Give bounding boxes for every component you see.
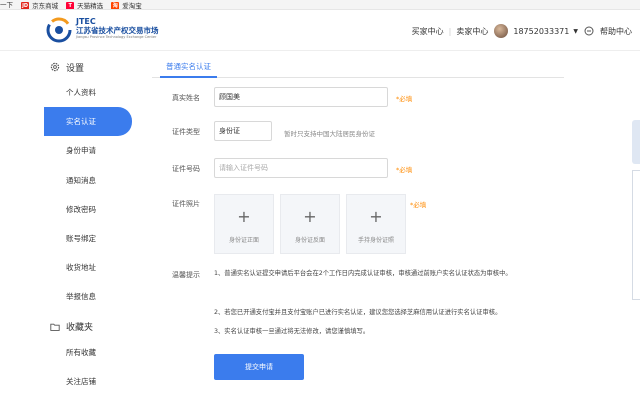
seller-center-link[interactable]: 卖家中心 [456, 26, 488, 37]
float-button[interactable] [632, 120, 640, 164]
sidebar-group-label: 设置 [66, 63, 85, 74]
header-nav: 买家中心 | 卖家中心 18752033371 ▼ 帮助中心 [412, 11, 632, 51]
gear-icon [50, 62, 60, 72]
buyer-center-link[interactable]: 买家中心 [412, 26, 444, 37]
logo-text[interactable]: JTEC 江苏省技术产权交易市场 Jiangsu Province Techno… [76, 17, 159, 40]
right-floating-rail [632, 120, 640, 386]
id-type-select[interactable]: 身份证 [214, 121, 272, 141]
logo-cn: 江苏省技术产权交易市场 [76, 26, 159, 35]
sidebar-item-real-name-auth[interactable]: 实名认证 [44, 107, 132, 137]
bookmark-label: 一下 [0, 1, 13, 9]
submit-button[interactable]: 提交申请 [214, 354, 304, 380]
sidebar-item-reports[interactable]: 举报信息 [44, 282, 132, 311]
bookmark-tmall[interactable]: T 天猫精选 [66, 1, 104, 10]
help-center-link[interactable]: 帮助中心 [600, 26, 632, 37]
sidebar-item-followed-shops[interactable]: 关注店铺 [44, 367, 132, 396]
required-mark: *必填 [410, 201, 427, 209]
sidebar-group-favorites: 收藏夹 [44, 316, 132, 338]
site-header: JTEC 江苏省技术产权交易市场 Jiangsu Province Techno… [0, 11, 640, 51]
sidebar-item-account-binding[interactable]: 账号绑定 [44, 224, 132, 253]
upload-caption: 身份证反面 [294, 237, 325, 244]
logo-sub: Jiangsu Province Technology Exchange Cen… [76, 35, 157, 39]
sidebar-item-shipping-address[interactable]: 收货地址 [44, 253, 132, 282]
id-number-label: 证件号码 [172, 165, 200, 173]
sidebar-group-label: 收藏夹 [66, 323, 94, 333]
folder-icon [50, 323, 60, 331]
sidebar-group-settings: 设置 [44, 56, 132, 78]
tips-label: 温馨提示 [172, 271, 200, 279]
bookmarks-bar: 一下 JD 京东商城 T 天猫精选 淘爱淘宝 [0, 0, 640, 10]
bookmark-label: 京东商城 [32, 2, 59, 10]
id-number-input[interactable]: 请输入证件号码 [214, 158, 388, 178]
id-type-label: 证件类型 [172, 128, 200, 136]
tip-3: 3、实名认证审核一旦通过将无法修改，请您谨慎填写。 [214, 328, 370, 335]
sidebar: 设置 个人资料 实名认证 身份申请 通知消息 修改密码 账号绑定 收货地址 举报… [44, 52, 132, 386]
id-type-note: 暂时只支持中国大陆居民身份证 [284, 130, 375, 138]
tip-2: 2、若您已开通支付宝并且支付宝账户已进行实名认证，建议您您选择芝麻信用认证进行实… [214, 309, 502, 316]
plus-icon: + [303, 207, 317, 226]
message-icon[interactable] [584, 26, 594, 36]
sidebar-item-profile[interactable]: 个人资料 [44, 78, 132, 107]
upload-id-back[interactable]: + 身份证反面 [280, 194, 340, 254]
required-mark: *必填 [396, 166, 413, 174]
float-panel[interactable] [632, 170, 640, 300]
divider: | [448, 26, 452, 36]
upload-caption: 手持身份证照 [357, 237, 394, 244]
name-label: 真实姓名 [172, 94, 200, 102]
tab-bar: 普通实名认证 [152, 58, 564, 78]
upload-caption: 身份证正面 [228, 237, 259, 244]
tip-1: 1、普通实名认证提交申请后平台会在2个工作日内完成认证审核，审核通过前账户实名认… [214, 270, 512, 277]
plus-icon: + [237, 207, 251, 226]
sidebar-item-identity-apply[interactable]: 身份申请 [44, 136, 132, 165]
caret-down-icon[interactable]: ▼ [573, 28, 578, 35]
bookmark-label: 天猫精选 [77, 2, 104, 10]
upload-id-handheld[interactable]: + 手持身份证照 [346, 194, 406, 254]
real-name-input[interactable]: 顾国美 [214, 87, 388, 107]
tab-normal-real-name[interactable]: 普通实名认证 [160, 58, 217, 78]
plus-icon: + [369, 207, 383, 226]
sidebar-item-change-password[interactable]: 修改密码 [44, 195, 132, 224]
bookmark-item[interactable]: 一下 [0, 0, 13, 9]
bookmark-jd[interactable]: JD 京东商城 [21, 1, 59, 10]
logo-en: JTEC [76, 17, 96, 26]
upload-id-front[interactable]: + 身份证正面 [214, 194, 274, 254]
sidebar-item-notifications[interactable]: 通知消息 [44, 166, 132, 195]
sidebar-item-all-favorites[interactable]: 所有收藏 [44, 338, 132, 367]
jd-icon: JD [21, 2, 30, 9]
jtec-logo-icon[interactable] [46, 17, 72, 43]
bookmark-label: 爱淘宝 [122, 2, 142, 10]
photo-upload-group: + 身份证正面 + 身份证反面 + 手持身份证照 [214, 194, 414, 254]
required-mark: *必填 [396, 95, 413, 103]
aitaobao-icon: 淘 [111, 2, 120, 9]
account-phone[interactable]: 18752033371 [513, 27, 569, 36]
photo-label: 证件照片 [172, 200, 200, 208]
bookmark-aitaobao[interactable]: 淘爱淘宝 [111, 1, 142, 10]
avatar[interactable] [494, 24, 509, 38]
tmall-icon: T [66, 2, 75, 9]
